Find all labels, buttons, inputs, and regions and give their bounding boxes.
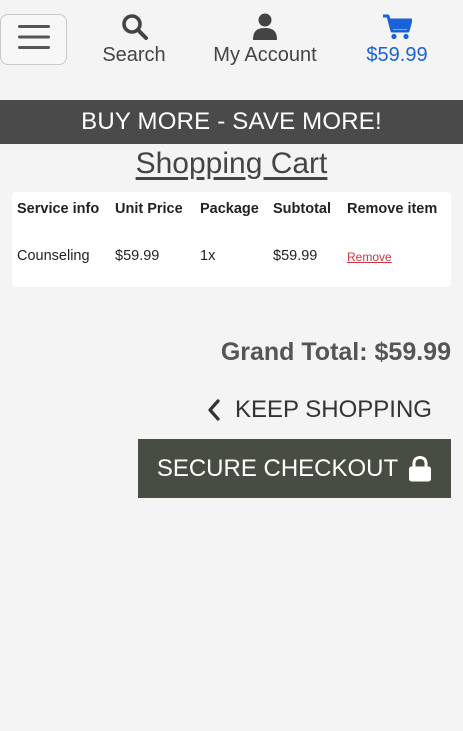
column-header-remove-item: Remove item [347, 201, 438, 217]
grand-total: Grand Total: $59.99 [220, 338, 451, 366]
secure-checkout-button[interactable]: SECURE CHECKOUT [138, 439, 451, 498]
lock-icon [408, 455, 432, 482]
column-header-unit-price: Unit Price [115, 201, 183, 217]
cart-table: Service info Unit Price Package Subtotal… [12, 192, 451, 287]
keep-shopping-label: KEEP SHOPPING [235, 396, 432, 423]
row-subtotal: $59.99 [273, 248, 318, 264]
promo-banner: BUY MORE - SAVE MORE! [0, 100, 463, 144]
column-header-service-info: Service info [17, 201, 100, 217]
row-service-name: Counseling [17, 248, 90, 264]
page-title: Shopping Cart [135, 147, 328, 180]
menu-toggle-button[interactable] [0, 14, 67, 65]
user-icon [253, 10, 277, 40]
cart-total-label: $59.99 [366, 44, 428, 66]
column-header-package: Package [200, 201, 259, 217]
keep-shopping-link[interactable]: KEEP SHOPPING [207, 394, 432, 426]
row-package: 1x [200, 248, 216, 264]
remove-item-link[interactable]: Remove [347, 250, 392, 264]
nav-my-account[interactable]: My Account [207, 10, 323, 72]
chevron-left-icon [207, 399, 221, 421]
shopping-cart-icon [382, 10, 412, 40]
nav-my-account-label: My Account [213, 44, 317, 66]
nav-search-label: Search [102, 44, 166, 66]
nav-cart[interactable]: $59.99 [360, 10, 434, 72]
secure-checkout-label: SECURE CHECKOUT [156, 454, 399, 482]
nav-search[interactable]: Search [100, 10, 168, 72]
search-icon [121, 10, 148, 40]
row-unit-price: $59.99 [115, 248, 160, 264]
column-header-subtotal: Subtotal [273, 201, 331, 217]
site-header: Search My Account $59.99 [0, 0, 463, 100]
hamburger-icon [17, 24, 50, 55]
